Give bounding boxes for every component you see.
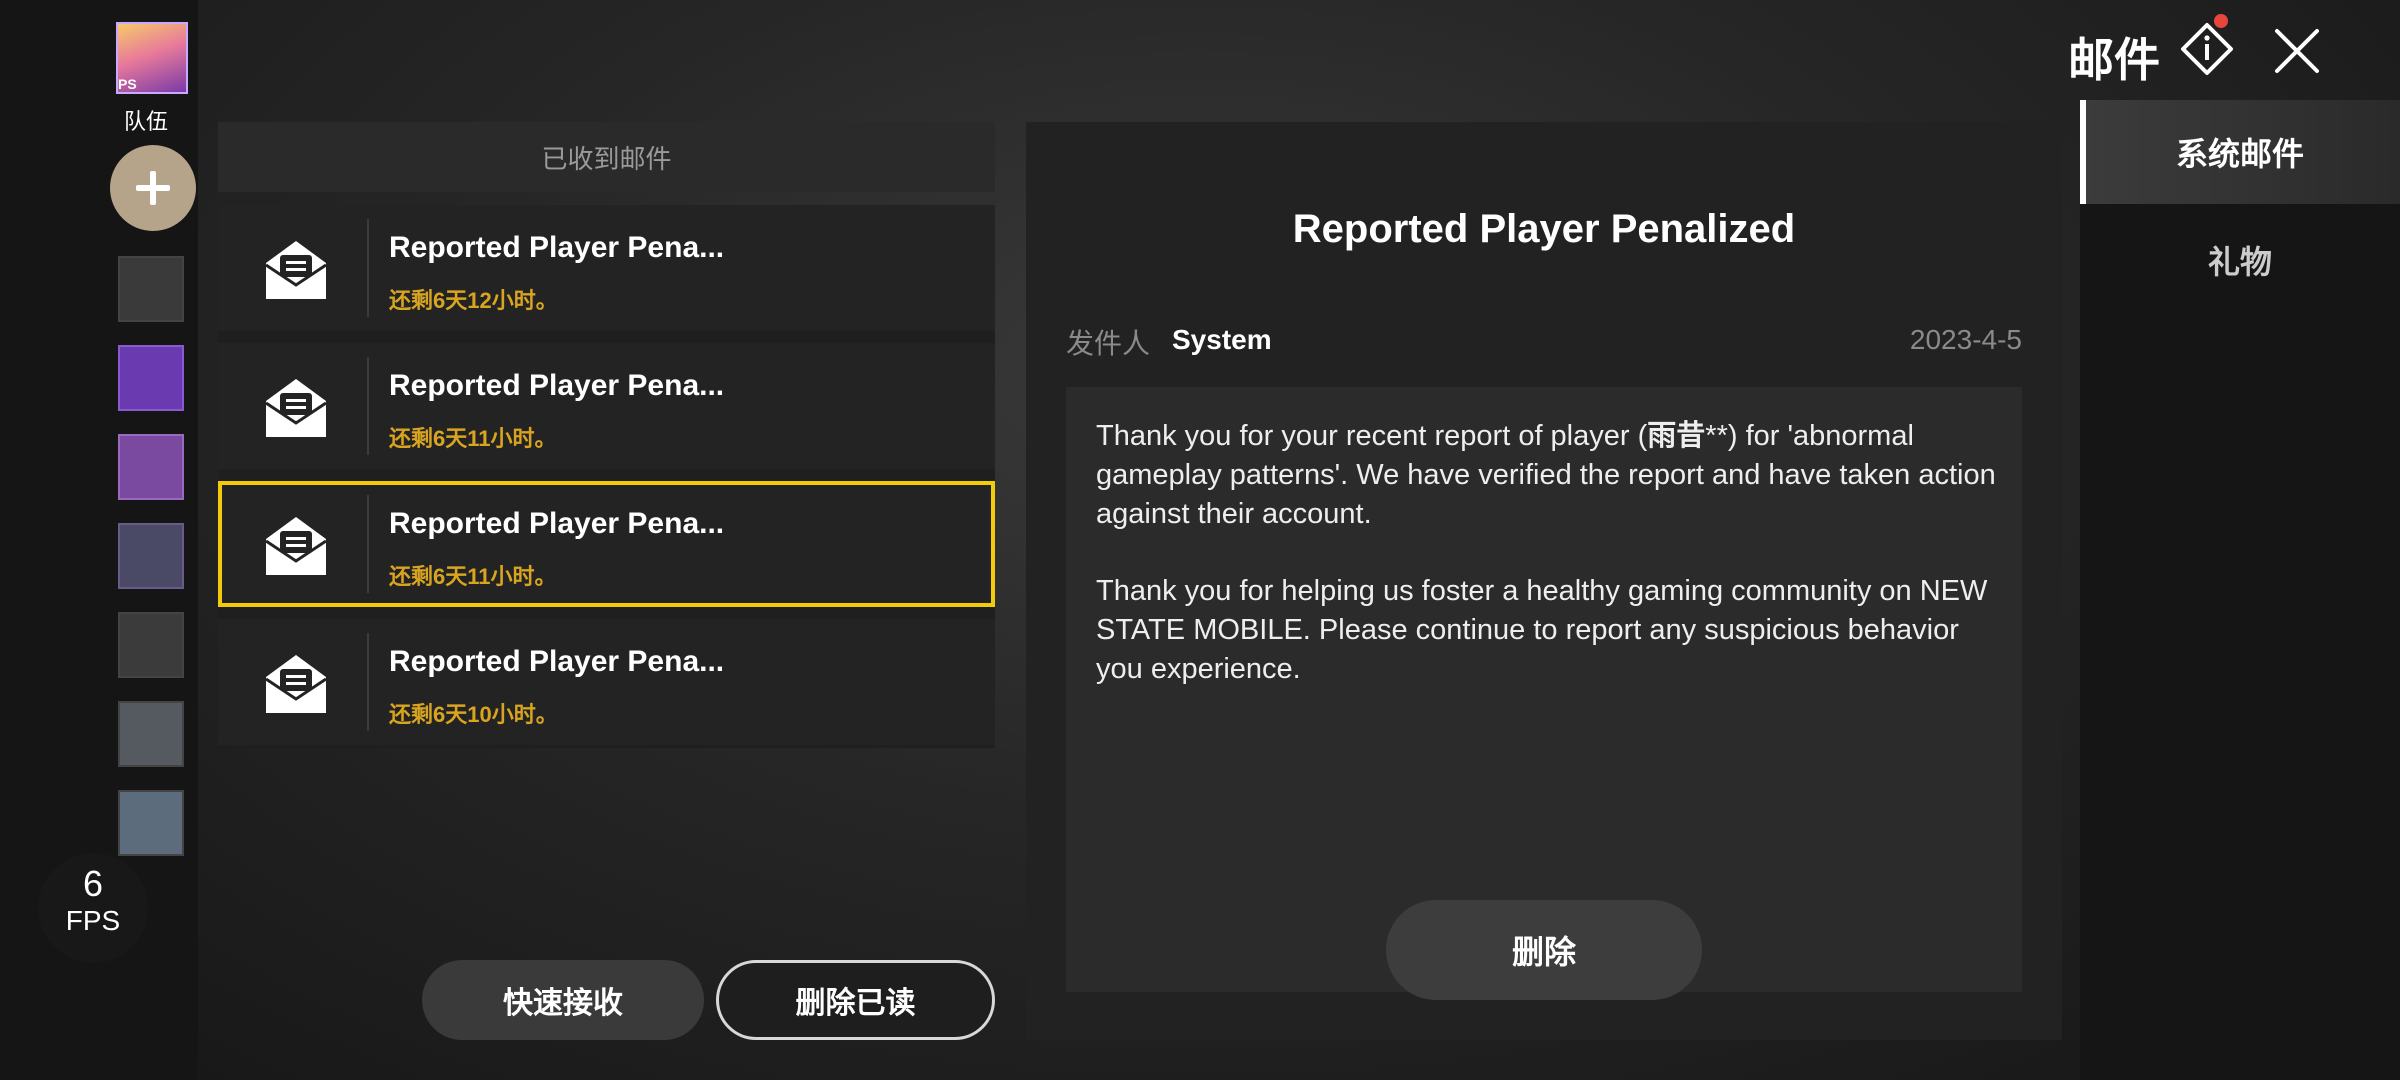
friend-avatar[interactable] <box>118 434 184 500</box>
item-divider <box>367 495 369 593</box>
mail-title: Reported Player Penalized <box>1292 207 1796 251</box>
mail-remaining-time: 还剩6天10小时。 <box>389 702 558 727</box>
mail-item-selected[interactable]: Reported Player Pena... 还剩6天11小时。 <box>218 481 995 607</box>
item-divider <box>367 633 369 731</box>
quick-receive-button[interactable]: 快速接收 <box>422 960 704 1040</box>
friend-avatar[interactable] <box>118 612 184 678</box>
mail-remaining-time: 还剩6天11小时。 <box>389 564 557 589</box>
delete-button[interactable]: 删除 <box>1386 900 1702 1000</box>
mail-list: Reported Player Pena... 还剩6天12小时。 Report… <box>218 205 995 748</box>
sender-label: 发件人 <box>1066 328 1151 359</box>
mail-item[interactable]: Reported Player Pena... 还剩6天11小时。 <box>218 343 995 469</box>
received-mail-header: 已收到邮件 <box>218 122 995 192</box>
mail-subject: Reported Player Pena... <box>389 231 725 264</box>
fps-counter: 6 FPS <box>38 853 148 963</box>
mail-item[interactable]: Reported Player Pena... 还剩6天10小时。 <box>218 619 995 745</box>
mail-category-tabs: 系统邮件 礼物 <box>2080 100 2400 1080</box>
player-avatar[interactable]: PS <box>116 22 188 94</box>
friend-avatar[interactable] <box>118 701 184 767</box>
delete-read-button[interactable]: 删除已读 <box>716 960 995 1040</box>
friend-avatar[interactable] <box>118 256 184 322</box>
close-icon[interactable] <box>2272 26 2322 76</box>
friend-avatar[interactable] <box>118 345 184 411</box>
tab-system-mail[interactable]: 系统邮件 <box>2080 100 2400 204</box>
reported-player-name: 雨昔 <box>1647 420 1706 452</box>
friend-avatar[interactable] <box>118 790 184 856</box>
page-title: 邮件 <box>2068 34 2160 86</box>
fps-label: FPS <box>65 905 121 936</box>
notification-dot <box>2214 14 2228 28</box>
envelope-icon <box>265 241 327 299</box>
add-member-button[interactable] <box>110 145 196 231</box>
envelope-icon <box>265 379 327 437</box>
mail-subject: Reported Player Pena... <box>389 369 725 402</box>
mail-item[interactable]: Reported Player Pena... 还剩6天12小时。 <box>218 205 995 331</box>
avatar-tag: PS <box>118 76 137 92</box>
body-paragraph: Thank you for your recent report of play… <box>1096 417 1996 534</box>
sender-name: System <box>1172 324 1272 355</box>
item-divider <box>367 357 369 455</box>
envelope-icon <box>265 655 327 713</box>
mail-date: 2023-4-5 <box>1909 324 2022 355</box>
tab-gifts[interactable]: 礼物 <box>2080 208 2400 312</box>
item-divider <box>367 219 369 317</box>
mail-body-text: Thank you for your recent report of play… <box>1096 417 1996 727</box>
mail-subject: Reported Player Pena... <box>389 507 725 540</box>
mail-subject: Reported Player Pena... <box>389 645 725 678</box>
envelope-icon <box>265 517 327 575</box>
mail-remaining-time: 还剩6天12小时。 <box>389 288 558 313</box>
friend-avatar[interactable] <box>118 523 184 589</box>
fps-value: 6 <box>82 863 104 904</box>
body-text-segment: Thank you for your recent report of play… <box>1096 420 1648 452</box>
team-label: 队伍 <box>123 109 168 134</box>
mail-remaining-time: 还剩6天11小时。 <box>389 426 557 451</box>
info-icon[interactable] <box>2180 22 2234 76</box>
body-paragraph: Thank you for helping us foster a health… <box>1096 575 1988 685</box>
